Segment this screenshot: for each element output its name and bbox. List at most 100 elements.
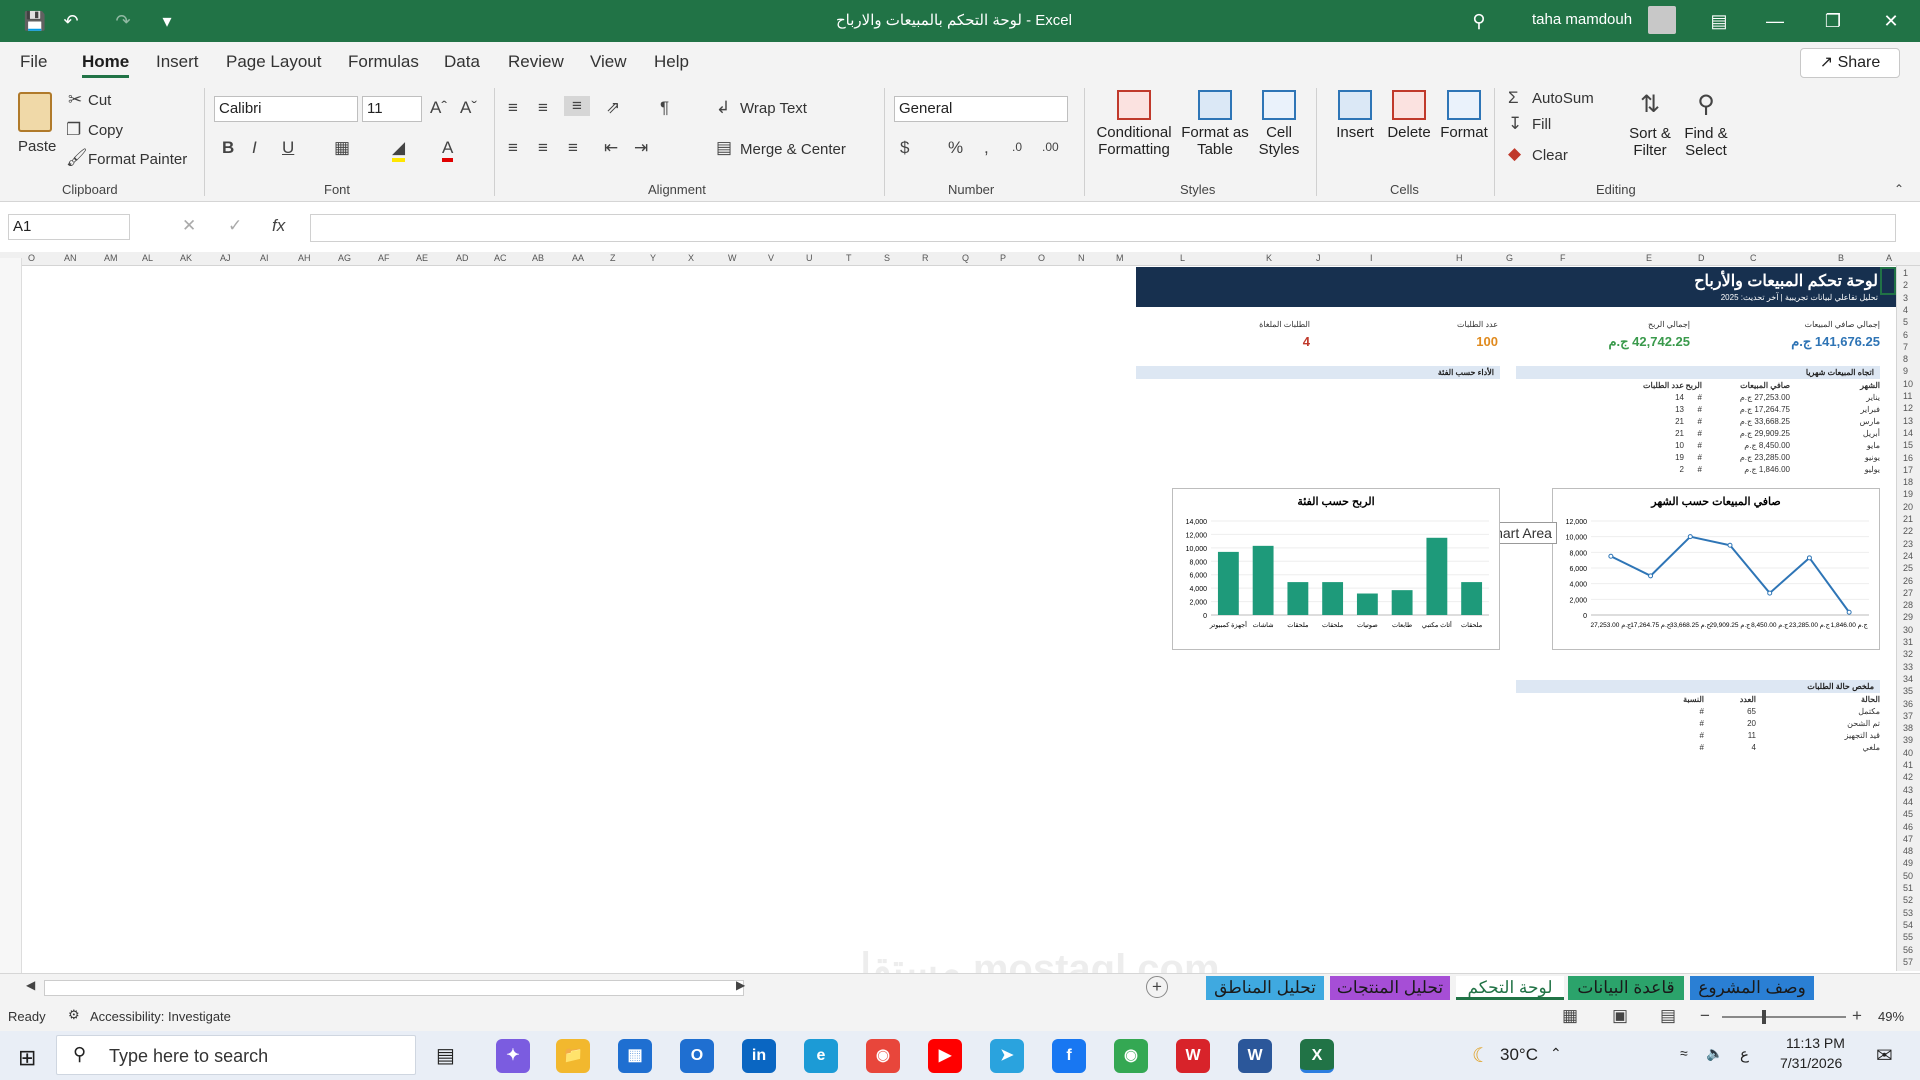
menu-view[interactable]: View	[590, 52, 627, 72]
merge-center-button[interactable]: Merge & Center	[740, 141, 846, 158]
menu-formulas[interactable]: Formulas	[348, 52, 419, 72]
row-header[interactable]: 14	[1903, 428, 1913, 438]
increase-indent-icon[interactable]: ⇥	[634, 138, 648, 158]
row-header[interactable]: 34	[1903, 674, 1913, 684]
column-header[interactable]: AH	[298, 253, 311, 263]
status-table-cell[interactable]: 20	[1747, 719, 1756, 728]
status-table-cell[interactable]: قيد التجهيز	[1845, 731, 1880, 740]
row-header[interactable]: 27	[1903, 588, 1913, 598]
confirm-entry-icon[interactable]: ✓	[228, 216, 242, 236]
row-header[interactable]: 48	[1903, 846, 1913, 856]
facebook-icon[interactable]: f	[1052, 1039, 1086, 1073]
monthly-table-cell[interactable]: مارس	[1860, 417, 1880, 426]
data-point[interactable]	[1767, 590, 1773, 596]
column-header[interactable]: O	[1038, 253, 1045, 263]
bar[interactable]	[1217, 551, 1239, 615]
monthly-sales-chart[interactable]: صافي المبيعات حسب الشهر 0 2,000 4,000 6,000 8…	[1552, 488, 1880, 650]
row-header[interactable]: 51	[1903, 883, 1913, 893]
column-header[interactable]: X	[688, 253, 694, 263]
row-header[interactable]: 24	[1903, 551, 1913, 561]
row-header[interactable]: 56	[1903, 945, 1913, 955]
bar[interactable]	[1356, 593, 1378, 615]
series-line[interactable]	[1610, 535, 1850, 613]
profit-category-chart[interactable]: الربح حسب الفئة 0 2,000 4,000 6,000 8,000 10,0…	[1172, 488, 1500, 650]
row-header[interactable]: 4	[1903, 305, 1908, 315]
row-header[interactable]: 5	[1903, 317, 1908, 327]
row-header[interactable]: 46	[1903, 822, 1913, 832]
row-header[interactable]: 33	[1903, 662, 1913, 672]
row-header[interactable]: 22	[1903, 526, 1913, 536]
column-header[interactable]: AN	[64, 253, 77, 263]
monthly-table-cell[interactable]: 19	[1675, 453, 1684, 462]
row-header[interactable]: 23	[1903, 539, 1913, 549]
menu-home[interactable]: Home	[82, 52, 130, 78]
close-icon[interactable]: ✕	[1878, 8, 1904, 34]
row-header[interactable]: 50	[1903, 871, 1913, 881]
monthly-table-cell[interactable]: 23,285.00 ج.م	[1740, 453, 1790, 462]
column-header[interactable]: M	[1116, 253, 1124, 263]
row-header[interactable]: 38	[1903, 723, 1913, 733]
align-top-icon[interactable]: ≡	[508, 98, 518, 118]
column-header[interactable]: B	[1838, 253, 1844, 263]
data-point[interactable]	[1648, 573, 1654, 579]
font-color-icon[interactable]: A	[442, 138, 454, 162]
data-point[interactable]	[1608, 553, 1614, 559]
autosum-button[interactable]: AutoSum	[1532, 90, 1594, 107]
column-header[interactable]: Z	[610, 253, 616, 263]
selected-cell-a1[interactable]	[1880, 267, 1896, 295]
row-header[interactable]: 8	[1903, 354, 1908, 364]
normal-view-icon[interactable]: ▦	[1562, 1006, 1578, 1026]
bar[interactable]	[1287, 582, 1309, 615]
monthly-table-cell[interactable]: يوليو	[1865, 465, 1880, 474]
monthly-table-cell[interactable]: #	[1698, 417, 1702, 426]
monthly-table-cell[interactable]: 21	[1675, 429, 1684, 438]
align-center-icon[interactable]: ≡	[538, 138, 548, 158]
menu-data[interactable]: Data	[444, 52, 480, 72]
copilot-icon[interactable]: ✦	[496, 1039, 530, 1073]
fill-button[interactable]: Fill	[1532, 116, 1551, 133]
status-table-cell[interactable]: ملغي	[1863, 743, 1880, 752]
row-header[interactable]: 18	[1903, 477, 1913, 487]
clock-date[interactable]: 7/31/2026	[1780, 1055, 1842, 1071]
wps-icon[interactable]: W	[1176, 1039, 1210, 1073]
monthly-table-cell[interactable]: 33,668.25 ج.م	[1740, 417, 1790, 426]
monthly-table-cell[interactable]: أبريل	[1863, 429, 1880, 438]
row-header[interactable]: 7	[1903, 342, 1908, 352]
font-size-select[interactable]: 11	[362, 96, 422, 122]
zoom-out-icon[interactable]: −	[1700, 1006, 1710, 1026]
cancel-entry-icon[interactable]: ✕	[182, 216, 196, 236]
row-header[interactable]: 36	[1903, 699, 1913, 709]
column-header[interactable]: T	[846, 253, 852, 263]
save-icon[interactable]: 💾	[22, 8, 48, 34]
column-header[interactable]: AF	[378, 253, 390, 263]
row-header[interactable]: 55	[1903, 932, 1913, 942]
menu-file[interactable]: File	[20, 52, 47, 72]
orientation-icon[interactable]: ⇗	[606, 98, 620, 118]
monthly-table-cell[interactable]: 2	[1680, 465, 1684, 474]
column-header[interactable]: R	[922, 253, 929, 263]
row-header[interactable]: 17	[1903, 465, 1913, 475]
vertical-scrollbar[interactable]	[0, 258, 22, 973]
monthly-table-cell[interactable]: 10	[1675, 441, 1684, 450]
column-header[interactable]: Q	[962, 253, 969, 263]
column-header[interactable]: C	[1750, 253, 1757, 263]
decrease-decimal-icon[interactable]: .00	[1042, 140, 1059, 154]
percent-icon[interactable]: %	[948, 138, 963, 158]
row-header[interactable]: 19	[1903, 489, 1913, 499]
column-header[interactable]: K	[1266, 253, 1272, 263]
column-header[interactable]: AA	[572, 253, 584, 263]
align-middle-icon[interactable]: ≡	[538, 98, 548, 118]
outlook-icon[interactable]: O	[680, 1039, 714, 1073]
row-header[interactable]: 26	[1903, 576, 1913, 586]
row-header[interactable]: 20	[1903, 502, 1913, 512]
row-header[interactable]: 39	[1903, 735, 1913, 745]
conditional-formatting-button[interactable]: Conditional Formatting	[1092, 90, 1176, 180]
cell-styles-button[interactable]: Cell Styles	[1254, 90, 1304, 180]
borders-icon[interactable]: ▦	[334, 138, 350, 158]
bar[interactable]	[1391, 590, 1413, 615]
horizontal-scrollbar[interactable]	[44, 980, 744, 996]
row-header[interactable]: 29	[1903, 612, 1913, 622]
column-header[interactable]: W	[728, 253, 737, 263]
status-table-cell[interactable]: #	[1700, 731, 1704, 740]
status-table-cell[interactable]: 65	[1747, 707, 1756, 716]
